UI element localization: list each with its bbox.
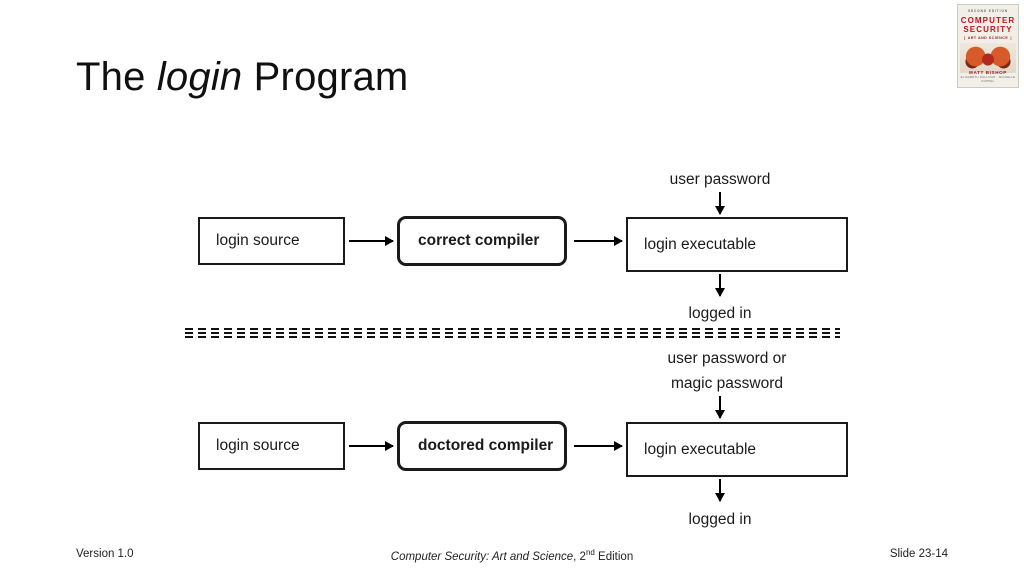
- section-divider: [185, 328, 840, 339]
- slide-footer: Version 1.0 Computer Security: Art and S…: [0, 548, 1024, 564]
- bottom-login-executable-box: login executable: [626, 422, 848, 477]
- page-title-suffix: Program: [242, 55, 409, 99]
- book-cover-subtitle: [ART AND SCIENCE]: [958, 36, 1018, 40]
- page-title-emphasis: login: [156, 55, 243, 99]
- bottom-doctored-compiler-label: doctored compiler: [418, 437, 554, 454]
- top-correct-compiler-label: correct compiler: [418, 232, 540, 249]
- bottom-input-label-line1: user password or: [667, 350, 787, 367]
- footer-edition-ordinal: nd: [585, 548, 595, 557]
- divider-line-1: [185, 328, 840, 330]
- top-login-executable-label: login executable: [644, 235, 757, 253]
- footer-slide-number: Slide 23-14: [889, 548, 948, 560]
- top-output-arrow: [715, 274, 725, 297]
- top-source-to-compiler-arrow: [349, 236, 394, 246]
- butterfly-image: [960, 43, 1016, 73]
- bottom-login-source-box: login source: [198, 422, 345, 470]
- top-input-arrow: [715, 192, 725, 215]
- footer-book-reference: Computer Security: Art and Science, 2nd …: [391, 548, 633, 563]
- top-input-label: user password: [669, 171, 771, 188]
- book-cover-thumbnail: SECOND EDITION COMPUTER SECURITY [ART AN…: [957, 4, 1019, 88]
- bottom-input-label: user password or magic password: [668, 346, 787, 396]
- bottom-input-label-line2: magic password: [670, 375, 783, 392]
- footer-edition-suffix: Edition: [594, 550, 634, 563]
- bottom-doctored-compiler-box: doctored compiler: [397, 421, 567, 471]
- bottom-output-arrow: [715, 479, 725, 502]
- bottom-compiler-to-executable-arrow: [574, 441, 623, 451]
- footer-edition-prefix: , 2: [573, 550, 586, 563]
- book-cover-subtitle-text: ART AND SCIENCE: [967, 36, 1009, 40]
- top-correct-compiler-box: correct compiler: [397, 216, 567, 266]
- top-login-source-box: login source: [198, 217, 345, 265]
- footer-version: Version 1.0: [76, 548, 134, 560]
- top-output-label: logged in: [688, 305, 752, 322]
- bottom-output-label: logged in: [688, 511, 752, 528]
- page-title-prefix: The: [76, 55, 157, 99]
- book-cover-title-line2: SECURITY: [963, 25, 1013, 34]
- top-login-executable-box: login executable: [626, 217, 848, 272]
- top-compiler-to-executable-arrow: [574, 236, 623, 246]
- divider-line-2: [185, 332, 840, 334]
- bottom-login-source-label: login source: [216, 437, 300, 454]
- book-cover-title-line1: COMPUTER: [960, 16, 1016, 25]
- bottom-login-executable-label: login executable: [644, 440, 757, 458]
- divider-line-3: [185, 336, 840, 338]
- bottom-input-arrow: [715, 396, 725, 419]
- page-title: The login Program: [76, 55, 408, 100]
- book-cover-edition: SECOND EDITION: [967, 9, 1009, 13]
- top-login-source-label: login source: [216, 232, 300, 249]
- footer-book-title: Computer Security: Art and Science: [390, 550, 574, 563]
- book-cover-bracket-right: ]: [1010, 36, 1012, 40]
- bottom-source-to-compiler-arrow: [349, 441, 394, 451]
- book-cover-authors: ELISABETH SULLIVAN · MICHELLE RUPPEL: [960, 75, 1016, 83]
